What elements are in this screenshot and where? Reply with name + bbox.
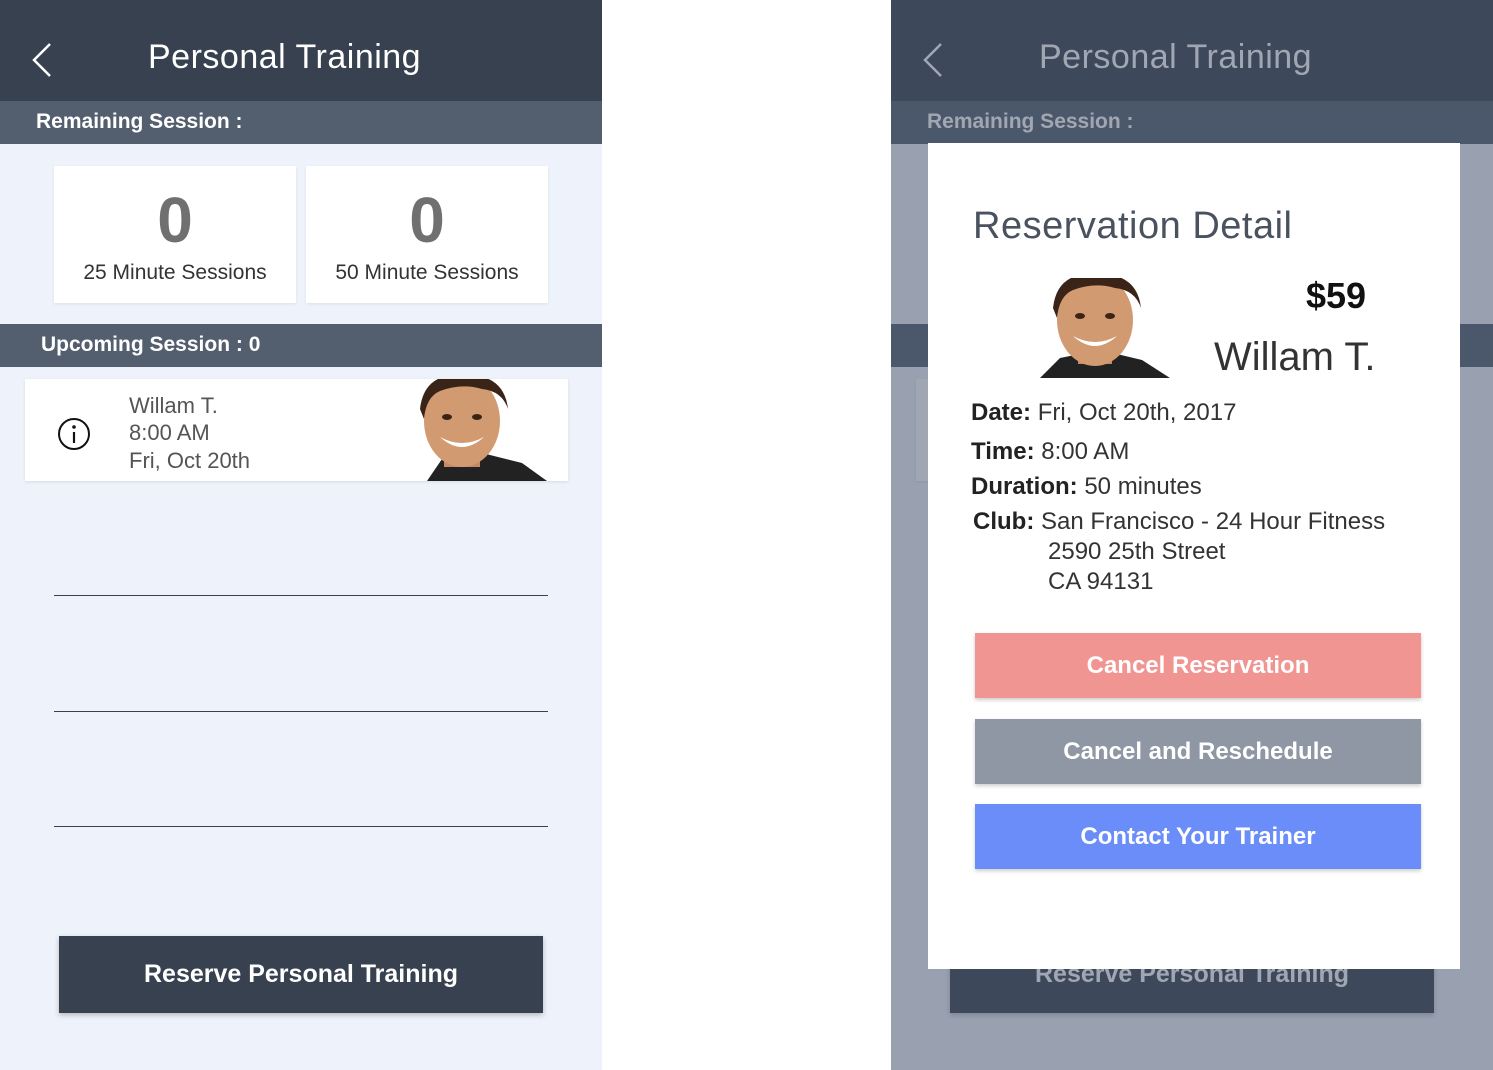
reserve-personal-training-button[interactable]: Reserve Personal Training xyxy=(59,936,543,1013)
info-icon[interactable] xyxy=(57,417,91,451)
session-count-card-50: 0 50 Minute Sessions xyxy=(306,166,548,303)
cancel-and-reschedule-button[interactable]: Cancel and Reschedule xyxy=(975,719,1421,784)
reservation-detail-modal: Reservation Detail $59 Willam T. Date: F… xyxy=(928,143,1460,969)
page-title: Personal Training xyxy=(148,38,422,76)
reservation-detail-screen: Personal Training Remaining Session : Re… xyxy=(891,0,1493,1070)
club-row: Club: San Francisco - 24 Hour Fitness xyxy=(973,508,1385,536)
duration-value: 50 minutes xyxy=(1084,473,1202,500)
upcoming-session-bar: Upcoming Session : 0 xyxy=(0,324,602,367)
header-bar: Personal Training xyxy=(0,0,602,101)
duration-label: Duration: xyxy=(971,473,1078,500)
session-count-card-25: 0 25 Minute Sessions xyxy=(54,166,296,303)
club-street: 2590 25th Street xyxy=(1048,538,1226,565)
session-count-label: 50 Minute Sessions xyxy=(335,261,519,284)
upcoming-session-row[interactable]: Willam T. 8:00 AM Fri, Oct 20th xyxy=(25,379,568,481)
club-label: Club: xyxy=(973,508,1035,535)
modal-title: Reservation Detail xyxy=(973,205,1293,247)
session-date: Fri, Oct 20th xyxy=(129,448,251,473)
duration-row: Duration: 50 minutes xyxy=(971,473,1202,501)
session-count-label: 25 Minute Sessions xyxy=(83,261,267,284)
personal-training-screen: Personal Training Remaining Session : 0 … xyxy=(0,0,602,1070)
remaining-session-bar: Remaining Session : xyxy=(0,101,602,144)
date-row: Date: Fri, Oct 20th, 2017 xyxy=(971,399,1236,427)
session-trainer-name: Willam T. xyxy=(129,393,218,418)
remaining-session-label: Remaining Session : xyxy=(36,110,243,133)
club-name: San Francisco - 24 Hour Fitness xyxy=(1040,508,1386,535)
trainer-name: Willam T. xyxy=(1214,335,1376,379)
date-label: Date: xyxy=(971,399,1032,426)
divider xyxy=(54,711,548,712)
trainer-photo xyxy=(332,379,568,481)
session-price: $59 xyxy=(1306,275,1367,316)
club-city: CA 94131 xyxy=(1048,568,1154,595)
session-count-value: 0 xyxy=(409,184,445,256)
session-time: 8:00 AM xyxy=(129,420,210,445)
back-arrow-icon[interactable] xyxy=(22,40,62,80)
cancel-reservation-button[interactable]: Cancel Reservation xyxy=(975,633,1421,698)
time-label: Time: xyxy=(971,438,1035,465)
time-value: 8:00 AM xyxy=(1041,438,1130,465)
trainer-photo xyxy=(1020,278,1180,378)
time-row: Time: 8:00 AM xyxy=(971,438,1129,466)
session-count-value: 0 xyxy=(157,184,193,256)
date-value: Fri, Oct 20th, 2017 xyxy=(1037,399,1237,426)
divider xyxy=(54,595,548,596)
contact-trainer-button[interactable]: Contact Your Trainer xyxy=(975,804,1421,869)
divider xyxy=(54,826,548,827)
upcoming-session-label: Upcoming Session : 0 xyxy=(41,333,261,356)
